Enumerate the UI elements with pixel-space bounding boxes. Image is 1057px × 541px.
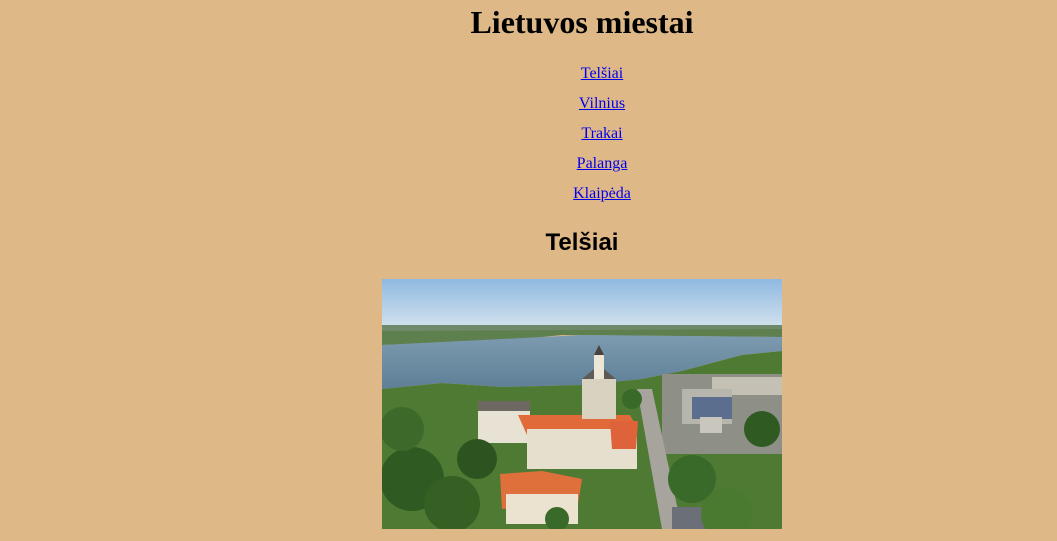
nav-link-telsiai[interactable]: Telšiai [0, 63, 1057, 93]
city-nav: Telšiai Vilnius Trakai Palanga Klaipėda [0, 63, 1057, 213]
nav-link-palanga[interactable]: Palanga [0, 153, 1057, 183]
nav-link-trakai[interactable]: Trakai [0, 123, 1057, 153]
nav-link-klaipeda[interactable]: Klaipėda [0, 183, 1057, 213]
city-photo [382, 279, 782, 529]
nav-link-vilnius[interactable]: Vilnius [0, 93, 1057, 123]
page-title: Lietuvos miestai [470, 4, 694, 40]
section-title: Telšiai [545, 229, 619, 256]
